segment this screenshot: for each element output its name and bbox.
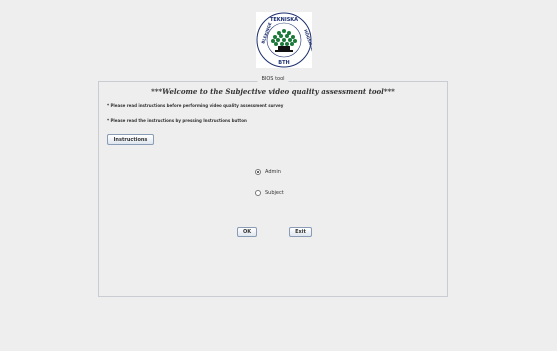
instructions-button[interactable]: Instructions [107,134,154,145]
radio-admin[interactable]: Admin [255,169,281,175]
exit-button[interactable]: Exit [289,227,312,237]
ok-button[interactable]: OK [237,227,257,237]
radio-subject-circle[interactable] [255,190,261,196]
radio-subject[interactable]: Subject [255,190,284,196]
instruction-text-2: * Please read the instructions by pressi… [107,118,247,123]
logo-bottom-text: BTH [278,60,289,66]
bth-logo: TEKNISKA BLEKINGE HÖGSKOLA BTH [256,12,317,68]
radio-admin-circle[interactable] [255,169,261,175]
radio-subject-label: Subject [265,190,284,196]
panel-title: BIOS tool [257,76,289,82]
instruction-text-1: * Please read instructions before perfor… [107,103,284,108]
welcome-heading: ***Welcome to the Subjective video quali… [151,87,395,96]
bios-tool-panel: BIOS tool ***Welcome to the Subjective v… [98,76,448,297]
radio-admin-label: Admin [265,169,281,175]
logo-top-text: TEKNISKA [270,17,298,23]
